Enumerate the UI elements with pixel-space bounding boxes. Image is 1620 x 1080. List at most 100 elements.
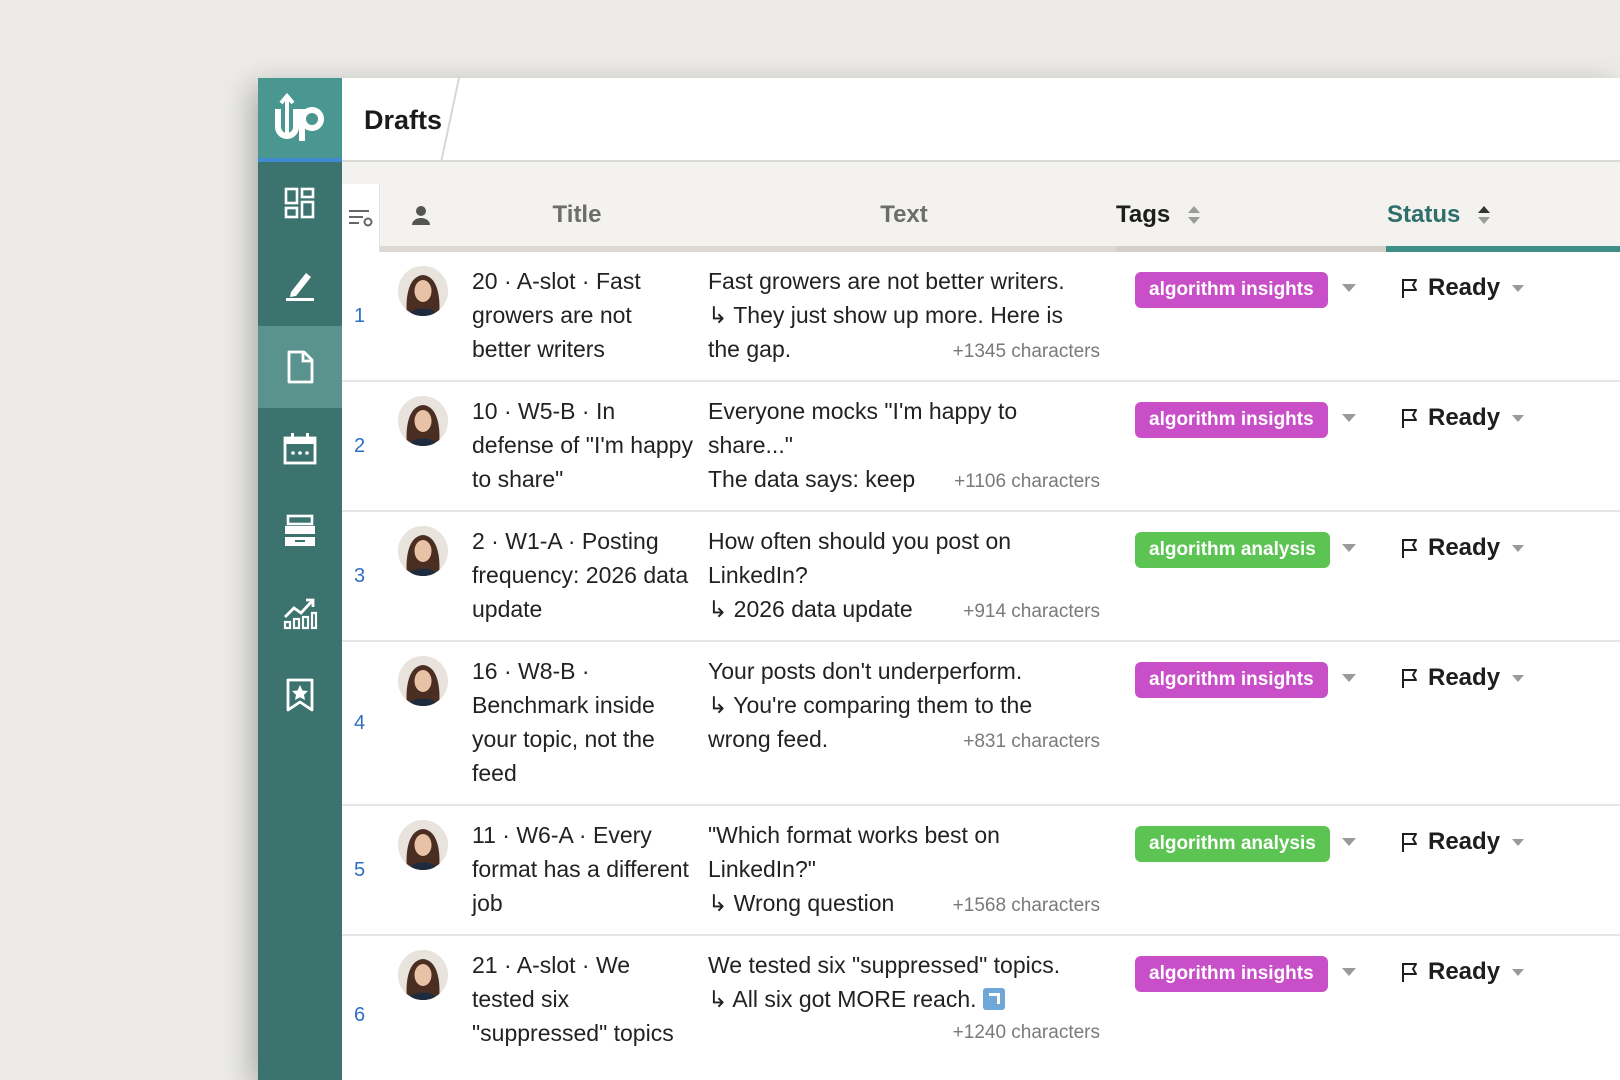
title-column-header[interactable]: Title: [472, 184, 682, 246]
draft-title[interactable]: 20 · A-slot · Fast growers are not bette…: [472, 264, 696, 366]
tag-badge[interactable]: algorithm analysis: [1135, 532, 1330, 568]
text-line-with-count: wrong feed. +831 characters: [708, 722, 1100, 759]
status-dropdown[interactable]: Ready: [1400, 528, 1525, 568]
draft-title[interactable]: 11 · W6-A · Every format has a different…: [472, 818, 696, 920]
drafts-table: Title Text Tags Status 1 20 · A-slot · Fa…: [342, 162, 1620, 1080]
tag-badge[interactable]: algorithm insights: [1135, 272, 1328, 308]
tag-dropdown-icon[interactable]: [1342, 968, 1356, 976]
tag-badge[interactable]: algorithm insights: [1135, 956, 1328, 992]
tag-dropdown-icon[interactable]: [1342, 414, 1356, 422]
table-row[interactable]: 6 21 · A-slot · We tested six "suppressed…: [342, 936, 1620, 1080]
dashboard-icon: [284, 187, 315, 219]
tag-dropdown-icon[interactable]: [1342, 838, 1356, 846]
row-number: 6: [354, 1004, 366, 1026]
author-column-header[interactable]: [396, 184, 446, 246]
sidebar-item-drafts[interactable]: [258, 326, 342, 408]
avatar[interactable]: [398, 396, 448, 446]
person-icon: [412, 206, 430, 225]
draft-title[interactable]: 2 · W1-A · Posting frequency: 2026 data …: [472, 524, 696, 626]
flag-icon: [1402, 279, 1417, 298]
status-dropdown[interactable]: Ready: [1400, 658, 1525, 698]
draft-title[interactable]: 21 · A-slot · We tested six "suppressed"…: [472, 948, 696, 1050]
avatar[interactable]: [398, 820, 448, 870]
flag-icon: [1402, 963, 1417, 982]
draft-text-preview[interactable]: How often should you post on LinkedIn? ↳ 2…: [708, 524, 1100, 629]
chevron-down-icon: [1512, 968, 1525, 976]
avatar[interactable]: [398, 526, 448, 576]
row-number: 4: [354, 712, 366, 734]
character-count: +1345 characters: [952, 341, 1100, 362]
sidebar-item-dashboard[interactable]: [258, 162, 342, 244]
sort-icon[interactable]: [1188, 206, 1201, 224]
tag-badge[interactable]: algorithm analysis: [1135, 826, 1330, 862]
sidebar-item-bookmarks[interactable]: [258, 654, 342, 736]
external-link-icon[interactable]: [982, 988, 1005, 1010]
draft-text-preview[interactable]: Your posts don't underperform. ↳ You're c…: [708, 654, 1100, 759]
avatar-icon: [398, 266, 448, 316]
chevron-down-icon: [1512, 414, 1525, 422]
text-line: ↳ All six got MORE reach.: [708, 986, 977, 1012]
sidebar-item-compose[interactable]: [258, 244, 342, 326]
character-count: +1106 characters: [954, 471, 1100, 492]
tag-dropdown-icon[interactable]: [1342, 544, 1356, 552]
draft-title[interactable]: 16 · W8-B · Benchmark inside your topic,…: [472, 654, 696, 790]
top-bar: Drafts: [342, 78, 1620, 162]
text-line: The data says: keep: [708, 466, 916, 492]
sidebar-item-calendar[interactable]: [258, 408, 342, 490]
table-header: Title Text Tags Status: [342, 162, 1620, 252]
draft-text-preview[interactable]: Everyone mocks "I'm happy to share..." The…: [708, 394, 1100, 499]
sidebar: [258, 78, 342, 1080]
status-column-label: Status: [1387, 201, 1461, 228]
tags-column-header[interactable]: Tags: [1116, 184, 1316, 246]
text-line-with-count: The data says: keep +1106 characters: [708, 462, 1100, 499]
draft-text-preview[interactable]: We tested six "suppressed" topics. ↳ All …: [708, 948, 1100, 1050]
text-line-with-count: ↳ 2026 data update +914 characters: [708, 592, 1100, 629]
text-line: Your posts don't underperform.: [708, 658, 1023, 684]
text-line: wrong feed.: [708, 726, 829, 752]
tag-badge[interactable]: algorithm insights: [1135, 402, 1328, 438]
filter-settings-icon: [348, 210, 372, 227]
status-dropdown[interactable]: Ready: [1400, 952, 1525, 992]
status-column-header[interactable]: Status: [1387, 184, 1587, 246]
text-line: ↳ They just show up more. Here is: [708, 302, 1064, 328]
avatar[interactable]: [398, 266, 448, 316]
sidebar-item-analytics[interactable]: [258, 572, 342, 654]
table-row[interactable]: 5 11 · W6-A · Every format has a differen…: [342, 806, 1620, 936]
table-row[interactable]: 1 20 · A-slot · Fast growers are not bett…: [342, 252, 1620, 382]
sidebar-item-archive[interactable]: [258, 490, 342, 572]
status-dropdown[interactable]: Ready: [1400, 268, 1525, 308]
table-row[interactable]: 3 2 · W1-A · Posting frequency: 2026 data…: [342, 512, 1620, 642]
text-column-header[interactable]: Text: [708, 184, 1100, 246]
sort-ascending-icon[interactable]: [1478, 206, 1491, 224]
table-row[interactable]: 2 10 · W5-B · In defense of "I'm happy to…: [342, 382, 1620, 512]
draft-text-preview[interactable]: "Which format works best on LinkedIn?" ↳ W…: [708, 818, 1100, 923]
analytics-icon: [283, 598, 318, 630]
tag-badge[interactable]: algorithm insights: [1135, 662, 1328, 698]
text-line: ↳ You're comparing them to the: [708, 692, 1033, 718]
text-line: ↳ Wrong question: [708, 890, 895, 916]
app-window: Drafts Title Text Tags Status 1 20 · A-s…: [258, 78, 1620, 1080]
text-line: How often should you post on: [708, 528, 1012, 554]
flag-icon: [1402, 833, 1417, 852]
character-count: +914 characters: [963, 601, 1100, 622]
avatar[interactable]: [398, 656, 448, 706]
chevron-down-icon: [1512, 544, 1525, 552]
chevron-down-icon: [1512, 284, 1525, 292]
app-logo[interactable]: [258, 78, 342, 162]
character-count: +831 characters: [963, 731, 1100, 752]
avatar[interactable]: [398, 950, 448, 1000]
tag-dropdown-icon[interactable]: [1342, 284, 1356, 292]
compose-icon: [286, 273, 314, 301]
tag-dropdown-icon[interactable]: [1342, 674, 1356, 682]
chevron-down-icon: [1512, 838, 1525, 846]
status-dropdown[interactable]: Ready: [1400, 398, 1525, 438]
calendar-icon: [283, 433, 317, 465]
status-dropdown[interactable]: Ready: [1400, 822, 1525, 862]
table-row[interactable]: 4 16 · W8-B · Benchmark inside your topic…: [342, 642, 1620, 806]
draft-title[interactable]: 10 · W5-B · In defense of "I'm happy to …: [472, 394, 696, 496]
column-settings-button[interactable]: [342, 184, 380, 252]
avatar-icon: [398, 526, 448, 576]
flag-icon: [1402, 409, 1417, 428]
draft-text-preview[interactable]: Fast growers are not better writers. ↳ Th…: [708, 264, 1100, 369]
avatar-icon: [398, 820, 448, 870]
